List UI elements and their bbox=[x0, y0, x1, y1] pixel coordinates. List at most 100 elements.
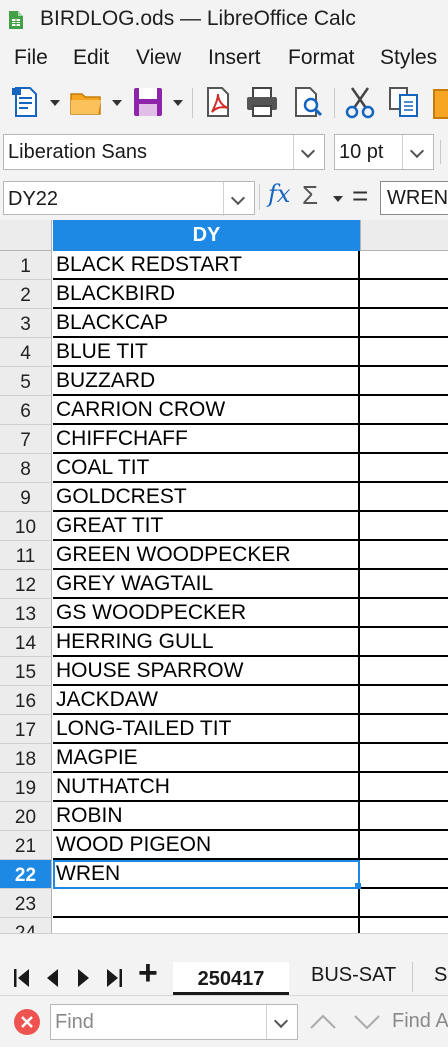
row-header[interactable]: 3 bbox=[0, 309, 52, 338]
copy-icon[interactable] bbox=[386, 84, 422, 120]
cell[interactable]: CARRION CROW bbox=[53, 396, 360, 425]
font-name-dropdown[interactable] bbox=[293, 135, 324, 169]
cell[interactable] bbox=[360, 512, 448, 541]
cell[interactable]: HOUSE SPARROW bbox=[53, 657, 360, 686]
column-header-dy[interactable]: DY bbox=[53, 220, 360, 251]
cell[interactable] bbox=[360, 599, 448, 628]
new-dropdown-arrow[interactable] bbox=[50, 100, 60, 106]
print-preview-icon[interactable] bbox=[290, 84, 326, 120]
cell[interactable]: GS WOODPECKER bbox=[53, 599, 360, 628]
row-header[interactable]: 2 bbox=[0, 280, 52, 309]
save-icon[interactable] bbox=[130, 84, 166, 120]
row-header[interactable]: 4 bbox=[0, 338, 52, 367]
cell[interactable]: BLUE TIT bbox=[53, 338, 360, 367]
cell[interactable] bbox=[360, 454, 448, 483]
font-size-combo[interactable]: 10 pt bbox=[334, 134, 434, 170]
cell[interactable] bbox=[360, 396, 448, 425]
font-size-dropdown[interactable] bbox=[402, 135, 433, 169]
cell[interactable] bbox=[360, 338, 448, 367]
new-document-icon[interactable] bbox=[8, 84, 44, 120]
row-header[interactable]: 15 bbox=[0, 657, 52, 686]
menu-insert[interactable]: Insert bbox=[208, 46, 261, 70]
spreadsheet-grid[interactable]: DY 1 BLACK REDSTART 2 BLACKBIRD 3 BLACKCAP 4 BL… bbox=[0, 220, 448, 933]
menu-view[interactable]: View bbox=[136, 46, 181, 70]
cell[interactable] bbox=[360, 773, 448, 802]
row-header[interactable]: 1 bbox=[0, 251, 52, 280]
menu-styles[interactable]: Styles bbox=[380, 46, 437, 70]
row-header[interactable]: 9 bbox=[0, 483, 52, 512]
sheet-tab-s[interactable]: S bbox=[434, 964, 447, 987]
row-header[interactable]: 18 bbox=[0, 744, 52, 773]
last-sheet-icon[interactable] bbox=[104, 966, 124, 990]
row-header[interactable]: 13 bbox=[0, 599, 52, 628]
row-header[interactable]: 16 bbox=[0, 686, 52, 715]
cell[interactable] bbox=[360, 831, 448, 860]
row-header[interactable]: 24 bbox=[0, 918, 52, 933]
sum-dropdown-arrow[interactable] bbox=[333, 196, 343, 202]
cell[interactable] bbox=[360, 889, 448, 918]
formula-input[interactable]: WREN bbox=[380, 181, 448, 215]
cell[interactable] bbox=[53, 889, 360, 918]
cell[interactable]: NUTHATCH bbox=[53, 773, 360, 802]
row-header[interactable]: 11 bbox=[0, 541, 52, 570]
cell[interactable] bbox=[360, 280, 448, 309]
row-header[interactable]: 7 bbox=[0, 425, 52, 454]
row-header[interactable]: 8 bbox=[0, 454, 52, 483]
cell[interactable]: GREAT TIT bbox=[53, 512, 360, 541]
selected-cell[interactable]: WREN bbox=[53, 860, 360, 889]
cell[interactable] bbox=[360, 744, 448, 773]
cell[interactable]: GREEN WOODPECKER bbox=[53, 541, 360, 570]
selection-fill-handle[interactable] bbox=[355, 883, 361, 889]
column-header-next[interactable] bbox=[360, 220, 448, 251]
menu-file[interactable]: File bbox=[14, 46, 48, 70]
menu-format[interactable]: Format bbox=[288, 46, 355, 70]
cell[interactable]: WOOD PIGEON bbox=[53, 831, 360, 860]
open-dropdown-arrow[interactable] bbox=[112, 100, 122, 106]
row-header[interactable]: 10 bbox=[0, 512, 52, 541]
cell[interactable]: BLACKCAP bbox=[53, 309, 360, 338]
row-header[interactable]: 20 bbox=[0, 802, 52, 831]
cell[interactable] bbox=[360, 802, 448, 831]
open-folder-icon[interactable] bbox=[68, 84, 104, 120]
cell[interactable] bbox=[360, 715, 448, 744]
cell[interactable]: CHIFFCHAFF bbox=[53, 425, 360, 454]
cell[interactable] bbox=[360, 686, 448, 715]
cell[interactable]: MAGPIE bbox=[53, 744, 360, 773]
row-header[interactable]: 5 bbox=[0, 367, 52, 396]
next-sheet-icon[interactable] bbox=[74, 966, 92, 990]
print-icon[interactable] bbox=[244, 84, 280, 120]
cell[interactable] bbox=[360, 425, 448, 454]
save-dropdown-arrow[interactable] bbox=[173, 100, 183, 106]
previous-sheet-icon[interactable] bbox=[44, 966, 62, 990]
cell[interactable] bbox=[360, 860, 448, 889]
row-header[interactable]: 21 bbox=[0, 831, 52, 860]
font-name-combo[interactable]: Liberation Sans bbox=[3, 134, 325, 170]
sum-icon[interactable]: Σ bbox=[302, 180, 318, 211]
cell[interactable] bbox=[360, 570, 448, 599]
cell[interactable]: HERRING GULL bbox=[53, 628, 360, 657]
paste-icon[interactable] bbox=[430, 84, 448, 120]
select-all-corner[interactable] bbox=[0, 220, 52, 251]
sheet-tab-bus-sat[interactable]: BUS-SAT bbox=[311, 964, 396, 987]
export-pdf-icon[interactable] bbox=[200, 84, 236, 120]
find-previous-icon[interactable] bbox=[308, 1012, 338, 1032]
cell[interactable]: GOLDCREST bbox=[53, 483, 360, 512]
cell[interactable] bbox=[360, 483, 448, 512]
find-input[interactable]: Find bbox=[50, 1004, 298, 1040]
cell[interactable] bbox=[360, 628, 448, 657]
row-header[interactable]: 14 bbox=[0, 628, 52, 657]
find-next-icon[interactable] bbox=[352, 1012, 382, 1032]
cell[interactable] bbox=[360, 657, 448, 686]
row-header[interactable]: 23 bbox=[0, 889, 52, 918]
find-history-dropdown[interactable] bbox=[266, 1005, 297, 1039]
cell[interactable]: BUZZARD bbox=[53, 367, 360, 396]
cell[interactable]: JACKDAW bbox=[53, 686, 360, 715]
sheet-tab-active[interactable]: 250417 bbox=[173, 962, 289, 996]
cell[interactable] bbox=[360, 918, 448, 933]
formula-icon[interactable]: = bbox=[352, 180, 368, 212]
menu-edit[interactable]: Edit bbox=[73, 46, 109, 70]
cell[interactable]: LONG-TAILED TIT bbox=[53, 715, 360, 744]
first-sheet-icon[interactable] bbox=[12, 966, 32, 990]
cell[interactable]: COAL TIT bbox=[53, 454, 360, 483]
cell[interactable]: BLACK REDSTART bbox=[53, 251, 360, 280]
